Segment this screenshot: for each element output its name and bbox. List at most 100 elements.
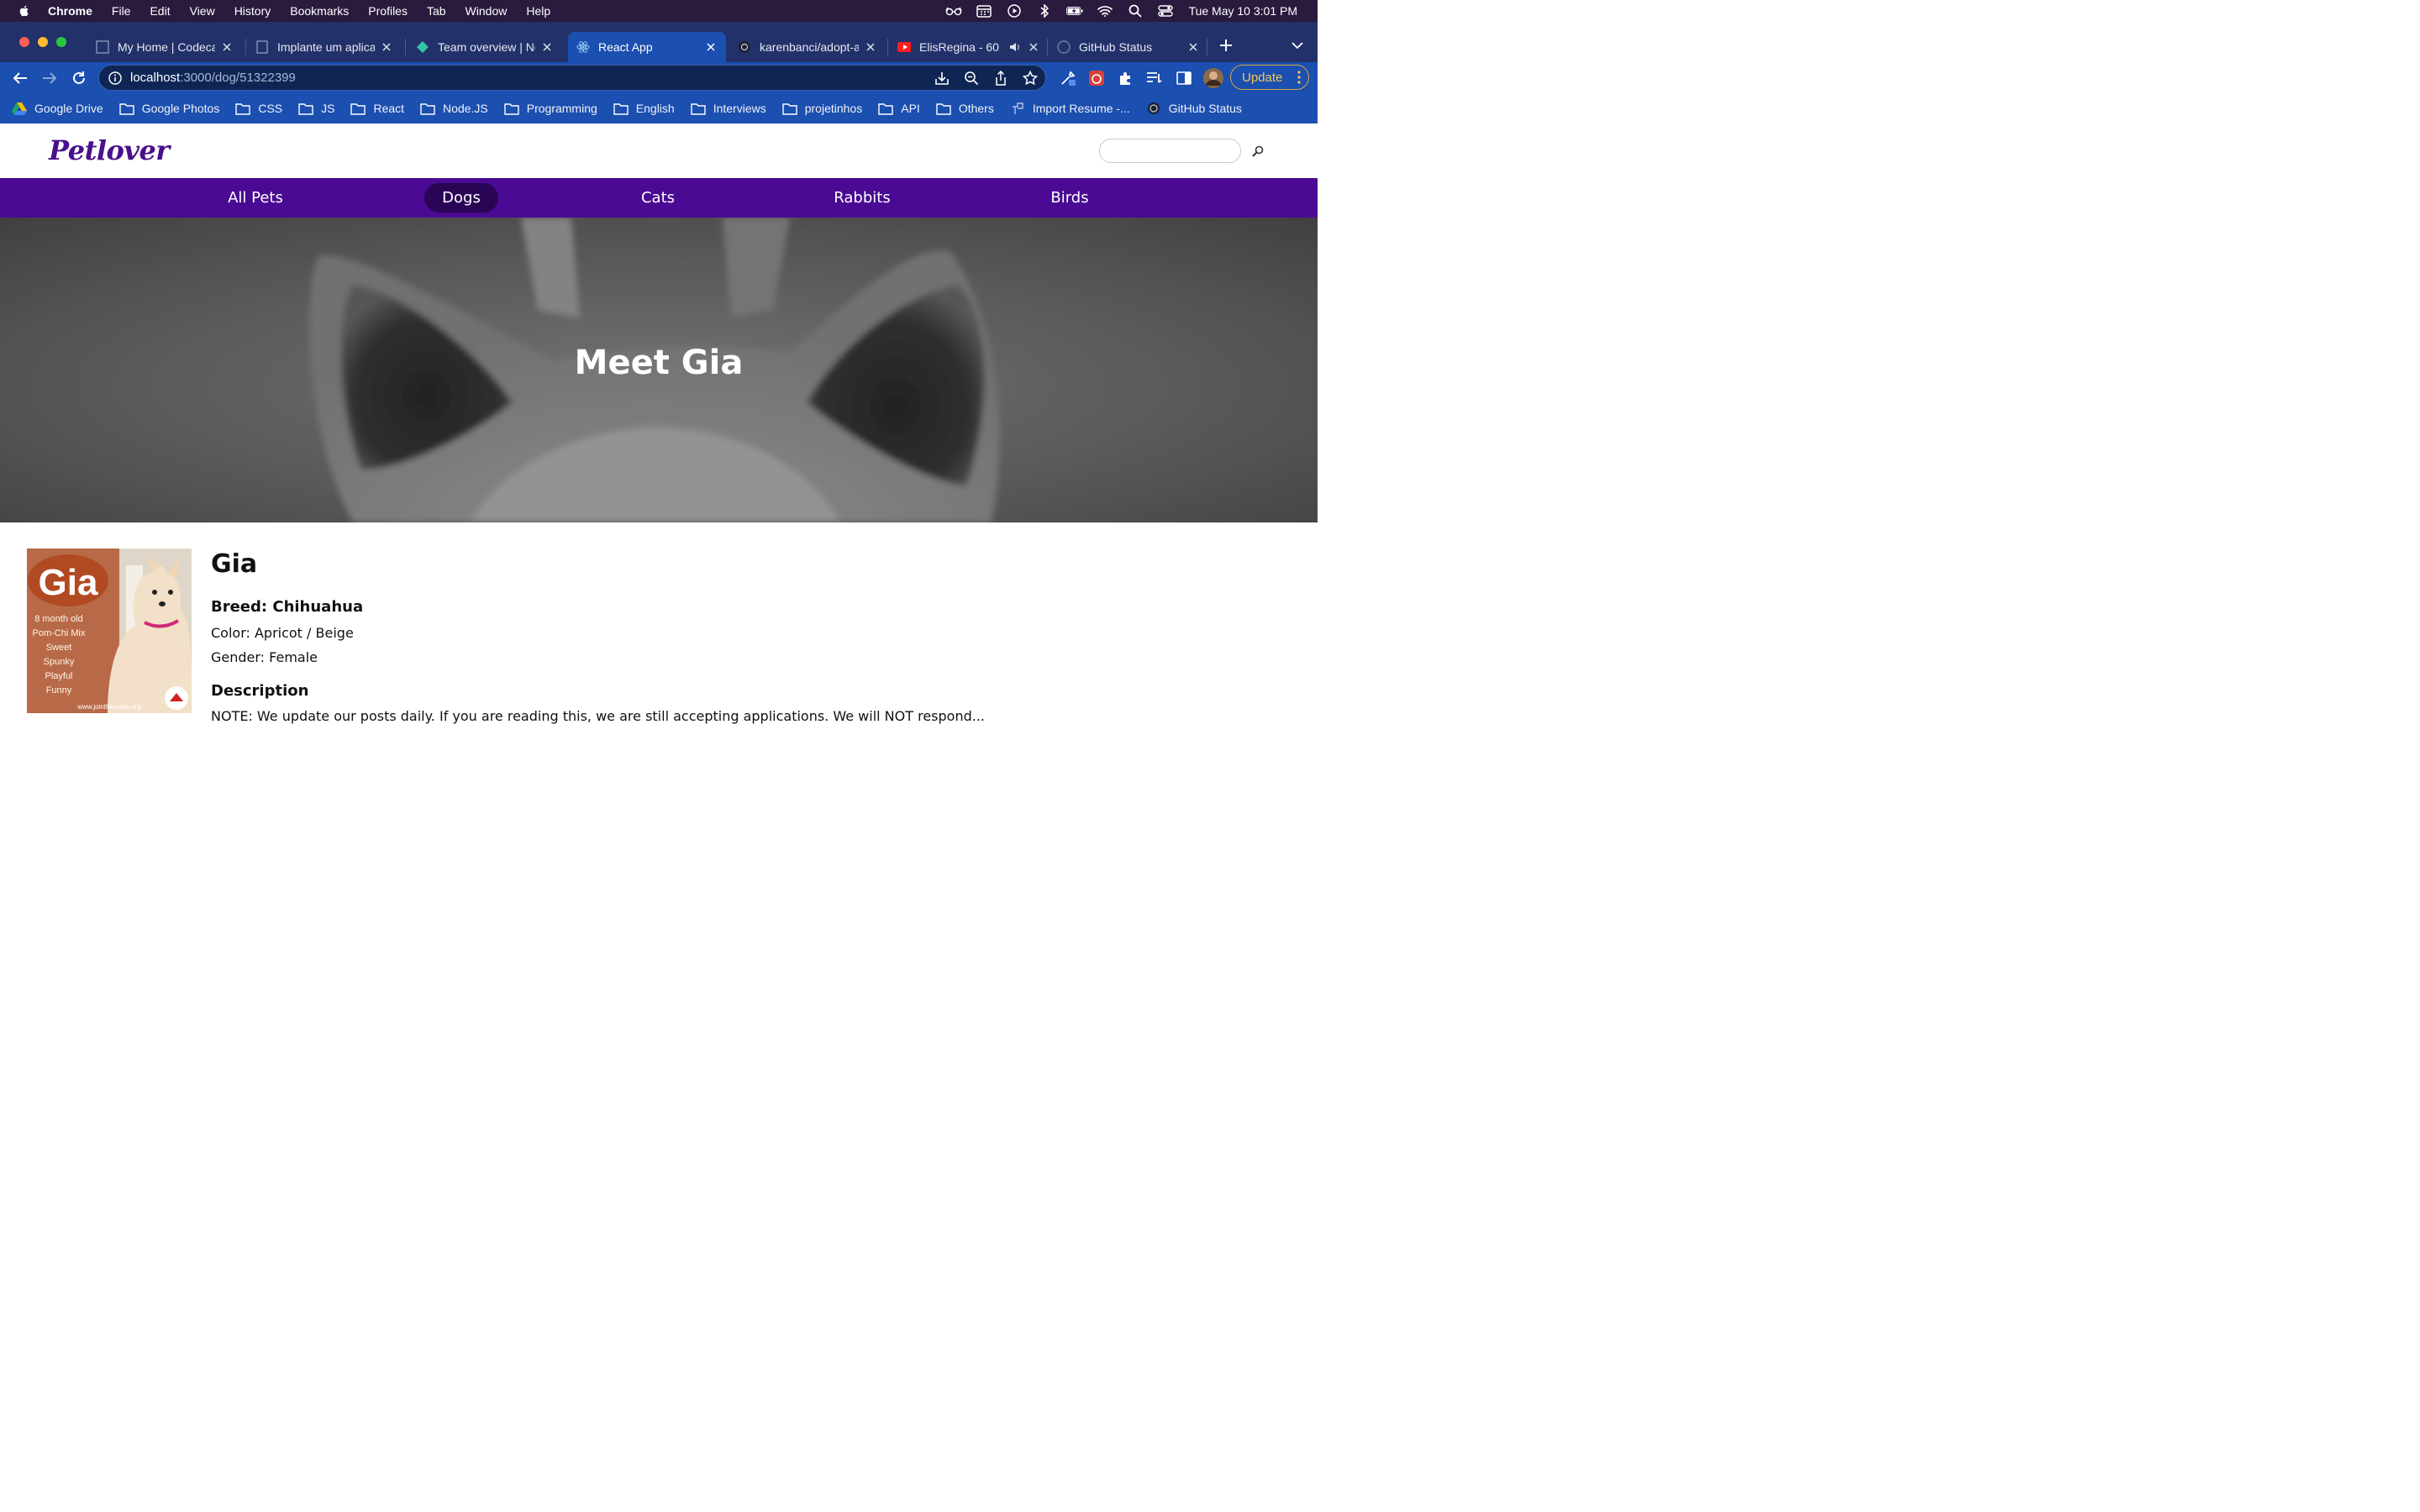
menu-history[interactable]: History xyxy=(234,4,271,18)
menu-edit[interactable]: Edit xyxy=(150,4,170,18)
document-icon xyxy=(255,40,269,54)
close-tab-icon[interactable] xyxy=(220,40,234,54)
menu-bookmarks[interactable]: Bookmarks xyxy=(290,4,349,18)
reading-list-icon[interactable] xyxy=(1146,70,1163,87)
bookmark-folder[interactable]: projetinhos xyxy=(782,102,862,115)
menubar-clock[interactable]: Tue May 10 3:01 PM xyxy=(1189,4,1297,18)
red-extension-icon[interactable] xyxy=(1088,70,1105,87)
bluetooth-icon[interactable] xyxy=(1036,4,1053,18)
reader-glasses-icon[interactable] xyxy=(944,4,962,18)
nav-rabbits[interactable]: Rabbits xyxy=(825,183,899,213)
photo-badge-text: Gia xyxy=(39,562,98,603)
menu-help[interactable]: Help xyxy=(526,4,550,18)
new-tab-plus-icon[interactable] xyxy=(1218,37,1234,54)
bookmark-folder[interactable]: Node.JS xyxy=(420,102,488,115)
url-text[interactable]: localhost:3000/dog/51322399 xyxy=(130,71,296,85)
chrome-update-button[interactable]: Update xyxy=(1230,65,1309,90)
spotlight-search-icon[interactable] xyxy=(1127,4,1144,18)
close-tab-icon[interactable] xyxy=(1186,40,1200,54)
close-tab-icon[interactable] xyxy=(540,40,554,54)
nav-birds[interactable]: Birds xyxy=(1040,183,1099,213)
back-arrow-icon[interactable] xyxy=(12,70,29,87)
bookmark-label: Programming xyxy=(526,102,597,115)
close-tab-icon[interactable] xyxy=(704,40,718,54)
menu-profiles[interactable]: Profiles xyxy=(368,4,408,18)
bookmarks-bar: Google Drive Google Photos CSS JS React … xyxy=(0,93,1318,123)
bookmark-label: CSS xyxy=(258,102,283,115)
folder-icon xyxy=(235,102,251,115)
control-center-icon[interactable] xyxy=(1157,4,1174,18)
nav-cats[interactable]: Cats xyxy=(629,183,687,213)
bookmark-folder[interactable]: Interviews xyxy=(691,102,766,115)
bookmark-folder[interactable]: Programming xyxy=(504,102,597,115)
window-close-button[interactable] xyxy=(19,37,29,47)
folder-icon xyxy=(119,102,134,115)
more-menu-icon[interactable] xyxy=(1297,71,1301,84)
browser-tab[interactable]: My Home | Codecad xyxy=(89,32,240,62)
site-header: Petlover xyxy=(0,124,1318,178)
bookmark-folder[interactable]: English xyxy=(613,102,675,115)
menu-tab[interactable]: Tab xyxy=(427,4,446,18)
install-app-icon[interactable] xyxy=(934,71,950,86)
bookmark-label: Import Resume -... xyxy=(1032,102,1130,115)
close-tab-icon[interactable] xyxy=(1027,40,1040,54)
pet-photo[interactable]: Gia 8 month old Pom-Chi Mix Sweet Spunky… xyxy=(27,549,192,713)
menu-file[interactable]: File xyxy=(112,4,131,18)
speaker-icon[interactable] xyxy=(1008,40,1022,54)
profile-avatar[interactable] xyxy=(1203,68,1223,88)
browser-tab[interactable]: ElisRegina - 60 xyxy=(891,32,1047,62)
description-heading: Description xyxy=(211,682,309,700)
nav-dogs[interactable]: Dogs xyxy=(424,183,498,213)
bookmark-star-icon[interactable] xyxy=(1023,71,1038,86)
bookmark-item[interactable]: Import Resume -... xyxy=(1010,102,1130,115)
menu-app-name[interactable]: Chrome xyxy=(48,4,92,18)
window-minimize-button[interactable] xyxy=(38,37,48,47)
bookmark-label: Google Drive xyxy=(34,102,103,115)
bookmark-folder[interactable]: Others xyxy=(936,102,994,115)
nav-all-pets[interactable]: All Pets xyxy=(217,183,294,213)
photo-caption-line: 8 month old xyxy=(34,614,82,624)
bookmark-folder[interactable]: CSS xyxy=(235,102,282,115)
zoom-icon[interactable] xyxy=(964,71,979,86)
menu-view[interactable]: View xyxy=(190,4,215,18)
bookmark-folder[interactable]: API xyxy=(878,102,920,115)
tab-title: Implante um aplicat xyxy=(277,40,375,54)
side-panel-icon[interactable] xyxy=(1176,70,1192,87)
wifi-icon[interactable] xyxy=(1097,4,1113,18)
close-tab-icon[interactable] xyxy=(380,40,393,54)
reload-icon[interactable] xyxy=(71,70,87,87)
browser-tab-active[interactable]: React App xyxy=(568,32,726,62)
battery-icon[interactable] xyxy=(1065,4,1083,18)
apple-icon[interactable] xyxy=(18,4,31,18)
site-search-input[interactable] xyxy=(1099,139,1241,163)
site-logo[interactable]: Petlover xyxy=(49,134,170,166)
close-tab-icon[interactable] xyxy=(864,40,877,54)
bookmark-folder[interactable]: Google Photos xyxy=(119,102,220,115)
bookmark-item[interactable]: Google Drive xyxy=(12,102,103,115)
site-info-icon[interactable] xyxy=(108,71,123,86)
tab-search-chevron-icon[interactable] xyxy=(1289,37,1306,54)
bookmark-item[interactable]: GitHub Status xyxy=(1146,102,1242,115)
search-icon[interactable] xyxy=(1249,142,1267,160)
bookmark-folder[interactable]: React xyxy=(350,102,404,115)
extensions-puzzle-icon[interactable] xyxy=(1117,70,1134,87)
eyedropper-extension-icon[interactable] xyxy=(1060,70,1076,87)
address-bar[interactable]: localhost:3000/dog/51322399 xyxy=(98,65,1046,91)
browser-tab[interactable]: Implante um aplicat xyxy=(249,32,400,62)
calendar-icon[interactable] xyxy=(976,4,992,18)
tab-title: React App xyxy=(598,40,653,54)
bookmark-label: Google Photos xyxy=(141,102,220,115)
browser-tab[interactable]: Team overview | Ne xyxy=(409,32,560,62)
browser-tab[interactable]: GitHub Status xyxy=(1050,32,1207,62)
pet-gender: Gender: Female xyxy=(211,649,318,665)
browser-tab[interactable]: karenbanci/adopt-a xyxy=(729,32,886,62)
bookmark-folder[interactable]: JS xyxy=(298,102,334,115)
bookmark-label: Node.JS xyxy=(443,102,488,115)
play-icon[interactable] xyxy=(1006,4,1023,18)
share-icon[interactable] xyxy=(993,71,1008,86)
menu-window[interactable]: Window xyxy=(466,4,508,18)
forward-arrow-icon[interactable] xyxy=(41,70,58,87)
window-zoom-button[interactable] xyxy=(56,37,66,47)
folder-icon xyxy=(504,102,519,115)
pet-breed: Breed: Chihuahua xyxy=(211,598,364,616)
